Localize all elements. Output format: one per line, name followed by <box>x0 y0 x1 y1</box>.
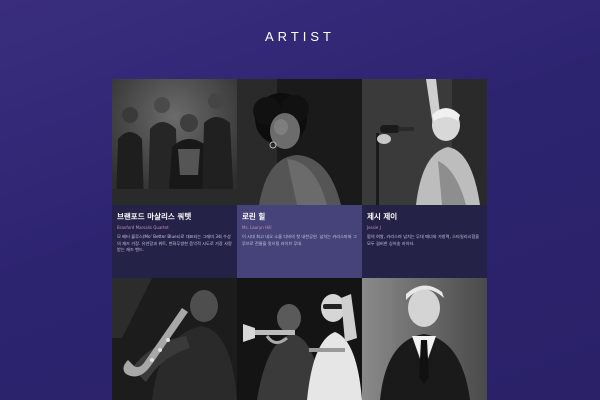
artist-card-singer[interactable] <box>362 278 487 400</box>
artist-subtitle: Jessie J <box>367 225 381 230</box>
artist-info-lauryn: 로린 힐 Ms. Lauryn Hill 이 시대 최고 네오 소울 디바의 첫… <box>237 205 362 278</box>
artist-grid: 브랜포드 마살리스 쿼텟 Branford Marsalis Quartet 모… <box>112 79 488 400</box>
artist-card-lauryn[interactable]: 로린 힐 Ms. Lauryn Hill 이 시대 최고 네오 소울 디바의 첫… <box>237 79 362 278</box>
artist-name: 제시 제이 <box>367 212 398 221</box>
artist-photo-lauryn[interactable] <box>237 79 362 205</box>
artist-photo-trumpet[interactable] <box>237 278 362 400</box>
artist-card-trumpet[interactable] <box>237 278 362 400</box>
artist-name: 브랜포드 마살리스 쿼텟 <box>117 212 192 221</box>
artist-card-jessie[interactable]: 제시 제이 Jessie J 팝의 여왕, 카리스마 넘치는 무대 매너와 가창… <box>362 79 487 278</box>
page-title: ARTIST <box>265 29 335 44</box>
artist-photo-singer[interactable] <box>362 278 487 400</box>
artist-description: 이 시대 최고 네오 소울 디바의 첫 내한공연. 넘치는 카리스마와 그루브로… <box>242 233 357 246</box>
artist-photo-jessie[interactable] <box>362 79 487 205</box>
artist-info-branford: 브랜포드 마살리스 쿼텟 Branford Marsalis Quartet 모… <box>112 205 237 278</box>
artist-info-jessie: 제시 제이 Jessie J 팝의 여왕, 카리스마 넘치는 무대 매너와 가창… <box>362 205 487 278</box>
artist-card-saxophonist[interactable] <box>112 278 237 400</box>
artist-name: 로린 힐 <box>242 212 266 221</box>
artist-photo-saxophonist[interactable] <box>112 278 237 400</box>
artist-description: 모 베터 블루스(Mo' Better Blues)로 대표되는 그래미 3회 … <box>117 233 232 253</box>
artist-card-branford[interactable]: 브랜포드 마살리스 쿼텟 Branford Marsalis Quartet 모… <box>112 79 237 278</box>
artist-photo-branford[interactable] <box>112 79 237 205</box>
artist-subtitle: Ms. Lauryn Hill <box>242 225 272 230</box>
artist-subtitle: Branford Marsalis Quartet <box>117 225 169 230</box>
artist-description: 팝의 여왕, 카리스마 넘치는 무대 매너와 가창력, 스타일리시함을 모두 겸… <box>367 233 480 246</box>
